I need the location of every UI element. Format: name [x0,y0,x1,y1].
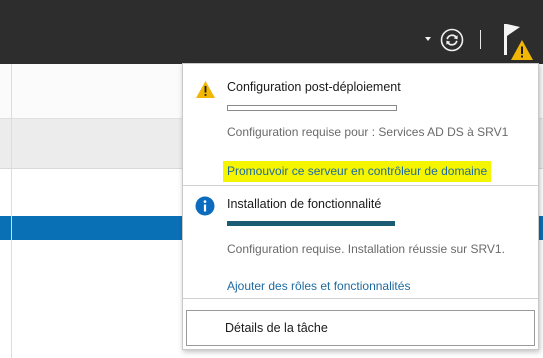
notification-status: Configuration requise pour : Services AD… [227,125,509,139]
refresh-icon[interactable] [439,27,465,53]
progress-bar [227,105,397,111]
warning-icon [196,81,215,98]
chevron-down-icon[interactable] [425,37,431,41]
add-roles-features-link[interactable]: Ajouter des rôles et fonctionnalités [227,279,410,293]
notifications-panel: Configuration post-déploiement Configura… [182,63,539,350]
promote-domain-controller-link[interactable]: Promouvoir ce serveur en contrôleur de d… [223,161,492,182]
background-divider [11,64,12,358]
notification-title: Configuration post-déploiement [227,80,401,94]
task-details-button[interactable]: Détails de la tâche [186,310,535,346]
notification-title: Installation de fonctionnalité [227,197,382,211]
progress-bar [227,221,395,226]
toolbar-separator [480,30,481,49]
info-icon [195,196,215,216]
title-bar [0,0,543,64]
notification-item: Installation de fonctionnalité Configura… [183,186,538,298]
notifications-flag-icon[interactable] [501,21,537,63]
notification-item: Configuration post-déploiement Configura… [183,64,538,185]
progress-fill [227,221,395,226]
notification-divider [183,298,538,299]
warning-icon [511,40,533,60]
notification-status: Configuration requise. Installation réus… [227,242,505,256]
